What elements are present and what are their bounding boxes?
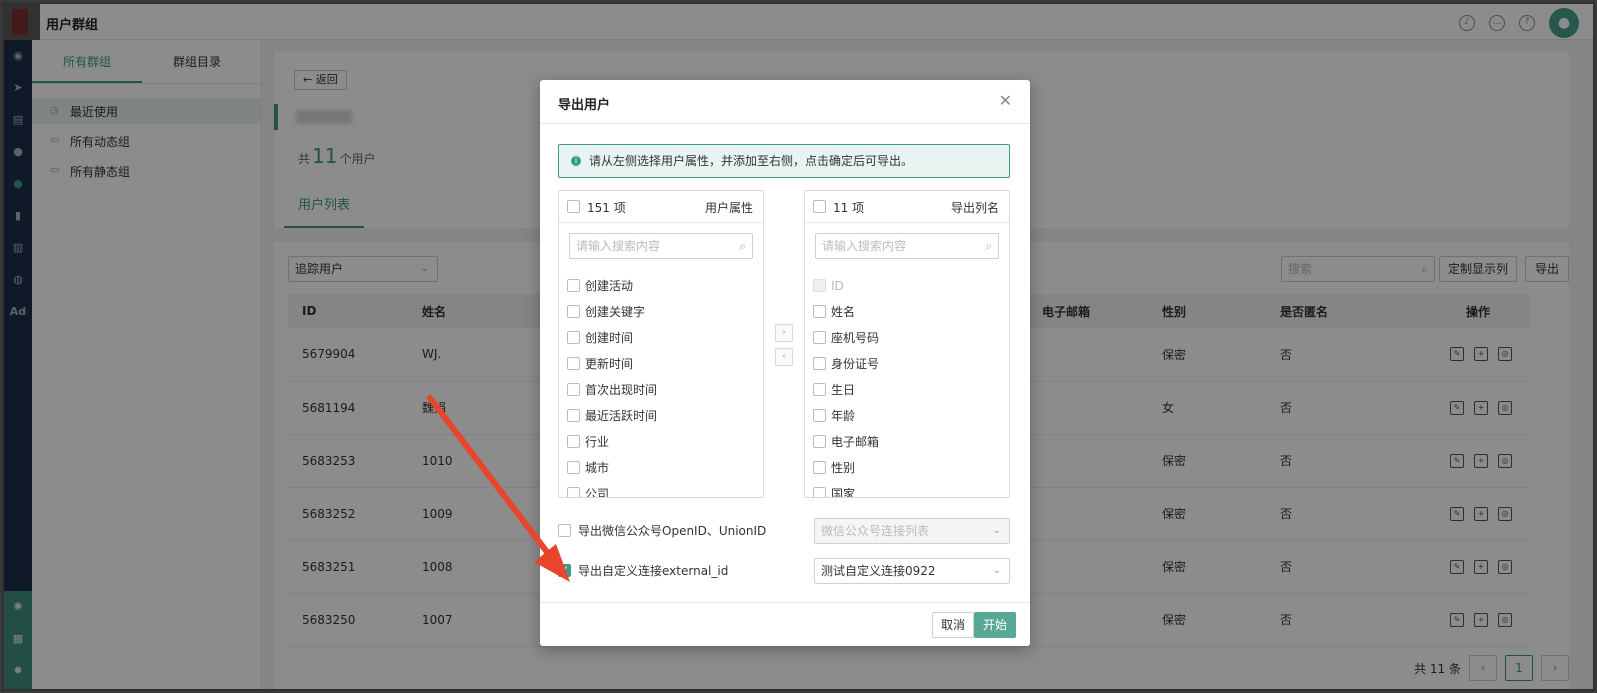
select-all-source-checkbox[interactable] (567, 200, 580, 213)
item-label: 电子邮箱 (831, 435, 880, 449)
info-icon: i (571, 156, 581, 166)
item-label: 生日 (831, 383, 856, 397)
move-left-button[interactable]: ‹ (775, 348, 793, 366)
item-label: 身份证号 (831, 357, 880, 371)
list-item[interactable]: 国家 (805, 481, 1009, 497)
item-checkbox[interactable] (813, 435, 826, 448)
item-label: 创建时间 (585, 331, 634, 345)
info-tip: i 请从左侧选择用户属性，并添加至右侧，点击确定后可导出。 (558, 144, 1010, 178)
list-item[interactable]: 首次出现时间 (559, 377, 763, 403)
item-checkbox[interactable] (813, 357, 826, 370)
move-right-button[interactable]: › (775, 324, 793, 342)
list-item[interactable]: 创建关键字 (559, 299, 763, 325)
list-item[interactable]: 创建时间 (559, 325, 763, 351)
item-label: 行业 (585, 435, 610, 449)
item-checkbox[interactable] (567, 305, 580, 318)
item-label: 最近活跃时间 (585, 409, 658, 423)
item-checkbox[interactable] (567, 461, 580, 474)
export-custom-option[interactable]: ✓ 导出自定义连接external_id (558, 558, 728, 584)
item-label: 座机号码 (831, 331, 880, 345)
list-item[interactable]: 姓名 (805, 299, 1009, 325)
item-label: 创建活动 (585, 279, 634, 293)
item-label: 城市 (585, 461, 610, 475)
start-button[interactable]: 开始 (974, 612, 1016, 638)
transfer-buttons: › ‹ (775, 324, 793, 372)
list-item[interactable]: 性别 (805, 455, 1009, 481)
item-checkbox[interactable] (813, 409, 826, 422)
item-checkbox[interactable] (813, 331, 826, 344)
source-title: 用户属性 (704, 201, 753, 215)
list-item[interactable]: 电子邮箱 (805, 429, 1009, 455)
item-label: 首次出现时间 (585, 383, 658, 397)
target-title: 导出列名 (950, 201, 999, 215)
list-item[interactable]: 最近活跃时间 (559, 403, 763, 429)
source-attribute-list: 151 项 用户属性 请输入搜索内容 ⌕ 创建活动创建关键字创建时间更新时间首次出… (558, 190, 764, 498)
list-item[interactable]: 城市 (559, 455, 763, 481)
select-all-target-checkbox[interactable] (813, 200, 826, 213)
item-label: 创建关键字 (585, 305, 646, 319)
item-label: 性别 (831, 461, 856, 475)
target-column-list: 11 项 导出列名 请输入搜索内容 ⌕ ID 姓名座机号码身份证号生日年龄电子邮箱性… (804, 190, 1010, 498)
chevron-down-icon: ⌄ (992, 565, 1001, 576)
export-custom-checkbox[interactable]: ✓ (558, 564, 571, 577)
item-checkbox[interactable] (813, 487, 826, 497)
list-item[interactable]: 创建活动 (559, 273, 763, 299)
list-item[interactable]: 身份证号 (805, 351, 1009, 377)
cancel-button[interactable]: 取消 (932, 612, 974, 638)
list-item[interactable]: 生日 (805, 377, 1009, 403)
list-item[interactable]: 年龄 (805, 403, 1009, 429)
list-item[interactable]: 公司 (559, 481, 763, 497)
item-checkbox[interactable] (567, 435, 580, 448)
item-checkbox[interactable] (567, 383, 580, 396)
item-checkbox[interactable] (567, 331, 580, 344)
search-icon: ⌕ (739, 239, 746, 253)
list-item: ID (805, 273, 1009, 299)
chevron-down-icon: ⌄ (992, 525, 1001, 536)
dialog-title: 导出用户 (558, 98, 611, 113)
item-checkbox[interactable] (567, 487, 580, 497)
target-count: 11 项 (833, 201, 865, 215)
target-search-input[interactable]: 请输入搜索内容 ⌕ (815, 233, 999, 259)
item-checkbox[interactable] (567, 357, 580, 370)
list-item[interactable]: 更新时间 (559, 351, 763, 377)
item-label: 年龄 (831, 409, 856, 423)
custom-connection-select[interactable]: 测试自定义连接0922 ⌄ (814, 558, 1010, 584)
source-search-input[interactable]: 请输入搜索内容 ⌕ (569, 233, 753, 259)
close-icon[interactable]: ✕ (999, 92, 1012, 110)
wechat-connection-select: 微信公众号连接列表 ⌄ (814, 518, 1010, 544)
item-checkbox[interactable] (813, 383, 826, 396)
list-item[interactable]: 行业 (559, 429, 763, 455)
search-icon: ⌕ (985, 239, 992, 253)
export-wechat-option[interactable]: 导出微信公众号OpenID、UnionID (558, 518, 766, 544)
item-checkbox[interactable] (813, 461, 826, 474)
item-label: 姓名 (831, 305, 856, 319)
item-label: 国家 (831, 487, 856, 497)
item-checkbox[interactable] (567, 279, 580, 292)
item-checkbox[interactable] (813, 305, 826, 318)
list-item[interactable]: 座机号码 (805, 325, 1009, 351)
export-users-dialog: 导出用户 ✕ i 请从左侧选择用户属性，并添加至右侧，点击确定后可导出。 151… (540, 80, 1030, 646)
source-count: 151 项 (587, 201, 626, 215)
item-checkbox (813, 279, 826, 292)
export-wechat-checkbox[interactable] (558, 524, 571, 537)
item-label: 公司 (585, 487, 610, 497)
item-checkbox[interactable] (567, 409, 580, 422)
item-label: 更新时间 (585, 357, 634, 371)
item-label: ID (831, 279, 844, 293)
